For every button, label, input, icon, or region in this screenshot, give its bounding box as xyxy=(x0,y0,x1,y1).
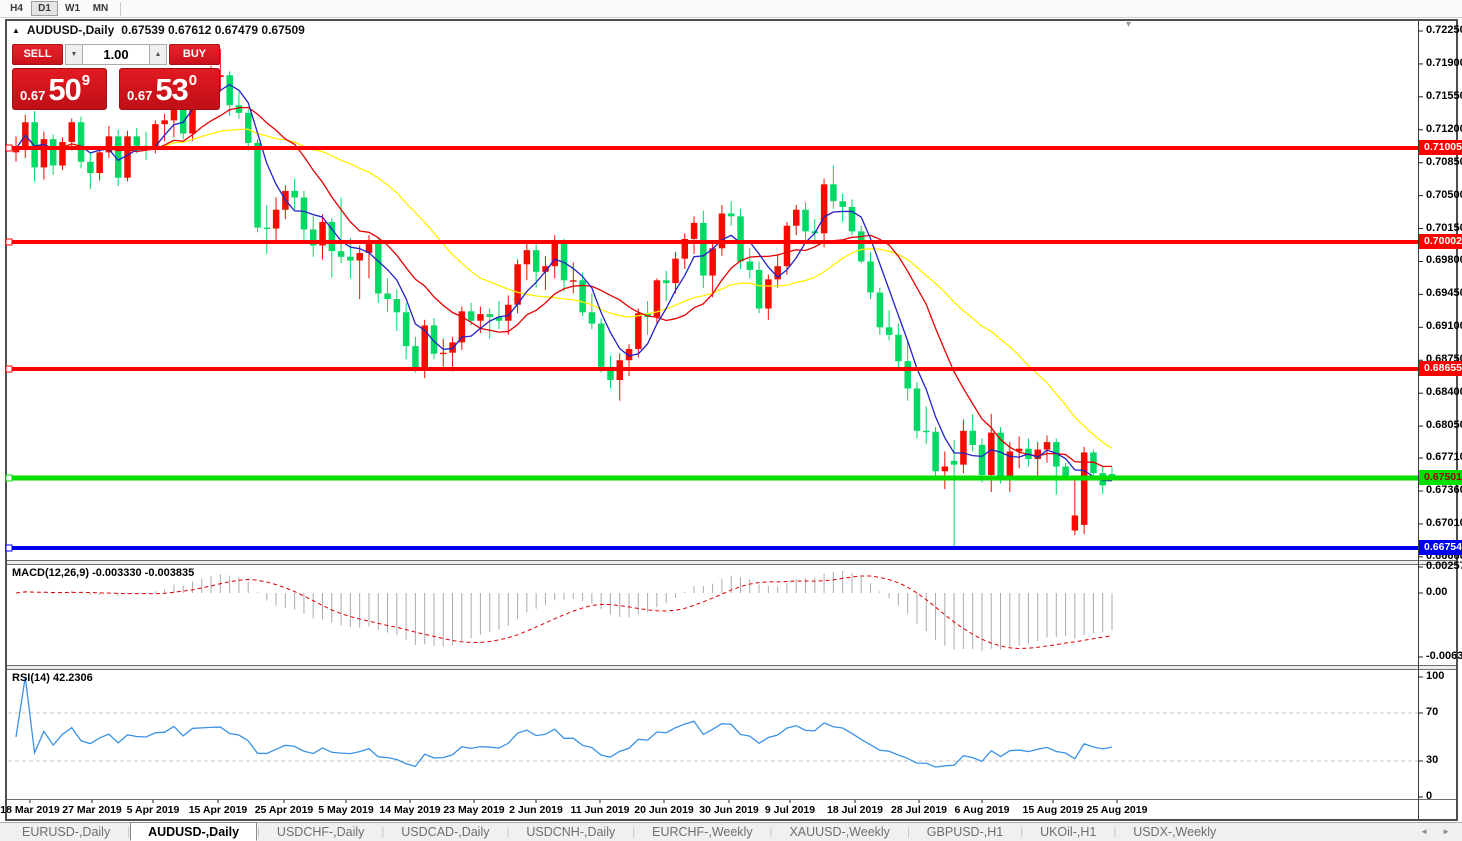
symbol-tab-usdcnh[interactable]: USDCNH-,Daily xyxy=(509,823,632,841)
sell-button[interactable]: SELL xyxy=(12,44,63,65)
volume-increase-button[interactable]: ▲ xyxy=(149,44,167,65)
volume-input[interactable]: 1.00 xyxy=(83,44,149,65)
timeframe-button-mn[interactable]: MN xyxy=(87,1,114,16)
toolbar-separator xyxy=(120,2,121,16)
timeframe-buttons: H4D1W1MN xyxy=(3,1,115,16)
tab-scroll-left-icon[interactable]: ◄ xyxy=(1420,827,1428,836)
symbol-tab-gbpusd[interactable]: GBPUSD-,H1 xyxy=(910,823,1020,841)
macd-indicator-label: MACD(12,26,9) -0.003330 -0.003835 xyxy=(12,567,194,579)
buy-price-prefix: 0.67 xyxy=(127,88,152,103)
buy-button[interactable]: BUY xyxy=(169,44,220,65)
chart-ohlc-quotes: 0.67539 0.67612 0.67479 0.67509 xyxy=(121,23,305,37)
symbol-tab-eurusd[interactable]: EURUSD-,Daily xyxy=(5,823,127,841)
chart-shift-marker-icon[interactable]: ▾ xyxy=(1126,19,1131,30)
sell-price-big: 50 xyxy=(48,74,80,105)
one-click-trading-panel: SELL ▼ 1.00 ▲ BUY 0.67 50 9 0.67 53 0 xyxy=(12,44,220,110)
rsi-indicator-label: RSI(14) 42.2306 xyxy=(12,672,93,684)
chart-title: ▲ AUDUSD-,Daily 0.67539 0.67612 0.67479 … xyxy=(12,23,305,37)
symbol-tab-usdchf[interactable]: USDCHF-,Daily xyxy=(260,823,382,841)
symbol-tab-audusd[interactable]: AUDUSD-,Daily xyxy=(130,822,257,841)
chart-canvas[interactable] xyxy=(0,0,1462,841)
buy-price-button[interactable]: 0.67 53 0 xyxy=(119,68,220,110)
timeframe-toolbar: H4D1W1MN xyxy=(0,0,1462,18)
sell-price-pip: 9 xyxy=(82,72,90,89)
symbol-tab-eurchf[interactable]: EURCHF-,Weekly xyxy=(635,823,769,841)
chart-symbol-label: AUDUSD-,Daily xyxy=(27,23,114,37)
buy-price-pip: 0 xyxy=(189,72,197,89)
symbol-tab-ukoil[interactable]: UKOil-,H1 xyxy=(1023,823,1113,841)
sell-price-prefix: 0.67 xyxy=(20,88,45,103)
collapse-panel-icon[interactable]: ▲ xyxy=(12,26,20,35)
symbol-tab-bar: EURUSD-,Daily|AUDUSD-,Daily|USDCHF-,Dail… xyxy=(0,822,1462,841)
timeframe-button-h4[interactable]: H4 xyxy=(3,1,30,16)
symbol-tab-xauusd[interactable]: XAUUSD-,Weekly xyxy=(772,823,906,841)
volume-decrease-button[interactable]: ▼ xyxy=(65,44,83,65)
buy-price-big: 53 xyxy=(155,74,187,105)
timeframe-button-d1[interactable]: D1 xyxy=(31,1,58,16)
symbol-tab-usdx[interactable]: USDX-,Weekly xyxy=(1116,823,1233,841)
tab-scroll-right-icon[interactable]: ► xyxy=(1442,827,1450,836)
timeframe-button-w1[interactable]: W1 xyxy=(59,1,86,16)
sell-price-button[interactable]: 0.67 50 9 xyxy=(12,68,107,110)
symbol-tab-usdcad[interactable]: USDCAD-,Daily xyxy=(384,823,506,841)
tab-scroll-arrows: ◄ ► xyxy=(1420,827,1450,836)
